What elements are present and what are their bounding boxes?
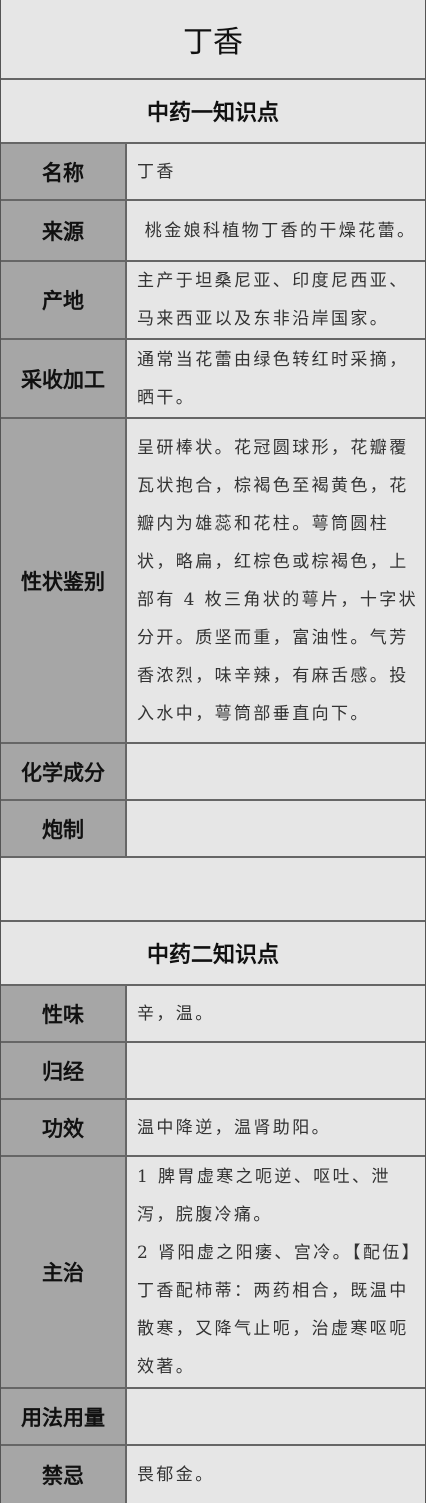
- row-value: 呈研棒状。花冠圆球形，花瓣覆瓦状抱合，棕褐色至褐黄色，花瓣内为雄蕊和花柱。萼筒圆…: [137, 437, 419, 724]
- row-harvest: 采收加工 通常当花蕾由绿色转红时采摘，晒干。: [1, 340, 425, 419]
- row-value: 主产于坦桑尼亚、印度尼西亚、马来西亚以及东非沿岸国家。: [137, 271, 409, 329]
- row-label: 主治: [1, 1157, 127, 1387]
- row-source: 来源 桃金娘科植物丁香的干燥花蕾。: [1, 201, 425, 262]
- row-origin: 产地 主产于坦桑尼亚、印度尼西亚、马来西亚以及东非沿岸国家。: [1, 262, 425, 340]
- row-efficacy: 功效 温中降逆，温肾助阳。: [1, 1100, 425, 1157]
- row-processing: 炮制: [1, 801, 425, 858]
- row-label: 禁忌: [1, 1446, 127, 1503]
- herb-table: 丁香 中药一知识点 名称 丁香 来源 桃金娘科植物丁香的干燥花蕾。 产地 主产于坦桑…: [0, 0, 426, 1503]
- spacer: [1, 858, 425, 922]
- row-identification: 性状鉴别 呈研棒状。花冠圆球形，花瓣覆瓦状抱合，棕褐色至褐黄色，花瓣内为雄蕊和花柱…: [1, 419, 425, 744]
- row-indications: 主治 1 脾胃虚寒之呃逆、呕吐、泄泻，脘腹冷痛。 2 肾阳虚之阳痿、宫冷。【配伍】丁…: [1, 1157, 425, 1389]
- row-label: 用法用量: [1, 1389, 127, 1444]
- row-value: 1 脾胃虚寒之呃逆、呕吐、泄泻，脘腹冷痛。: [137, 1167, 391, 1225]
- row-value: 辛，温。: [137, 1003, 215, 1024]
- row-label: 炮制: [1, 801, 127, 856]
- row-value: 桃金娘科植物丁香的干燥花蕾。: [137, 220, 417, 241]
- row-value: 温中降逆，温肾助阳。: [137, 1117, 331, 1138]
- row-label: 功效: [1, 1100, 127, 1155]
- row-dosage: 用法用量: [1, 1389, 425, 1446]
- row-name: 名称 丁香: [1, 144, 425, 201]
- row-value: 通常当花蕾由绿色转红时采摘，晒干。: [137, 349, 409, 408]
- section1-header: 中药一知识点: [1, 80, 425, 144]
- row-chemistry: 化学成分: [1, 744, 425, 801]
- row-label: 来源: [1, 201, 127, 260]
- section2-header: 中药二知识点: [1, 922, 425, 986]
- row-value: 畏郁金。: [137, 1464, 215, 1485]
- row-nature: 性味 辛，温。: [1, 986, 425, 1043]
- row-label: 性味: [1, 986, 127, 1041]
- row-label: 归经: [1, 1043, 127, 1098]
- row-meridian: 归经: [1, 1043, 425, 1100]
- row-label: 化学成分: [1, 744, 127, 799]
- row-value: 丁香: [137, 161, 176, 182]
- row-value-2: 2 肾阳虚之阳痿、宫冷。【配伍】丁香配柿蒂：两药相合，既温中散寒，又降气止呃，治…: [137, 1243, 413, 1377]
- row-label: 性状鉴别: [1, 419, 127, 742]
- row-label: 产地: [1, 262, 127, 338]
- row-label: 名称: [1, 144, 127, 199]
- row-contraindications: 禁忌 畏郁金。: [1, 1446, 425, 1503]
- row-label: 采收加工: [1, 340, 127, 417]
- page-title: 丁香: [1, 0, 425, 80]
